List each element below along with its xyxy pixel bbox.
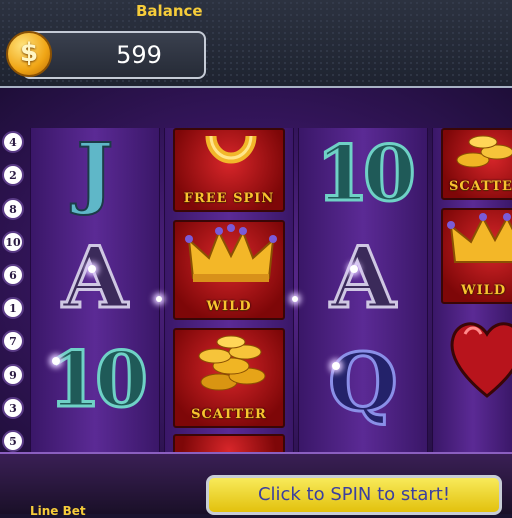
payline-marker[interactable]: 9	[2, 364, 24, 386]
reel-1: J A 10	[30, 128, 160, 454]
payline-marker[interactable]: 2	[2, 164, 24, 186]
symbol-wild: WILD	[173, 220, 285, 320]
horseshoe-icon	[205, 135, 257, 164]
coin-icon: $	[6, 31, 52, 77]
reel-3: 10 A Q	[298, 128, 428, 454]
symbol-j: J	[76, 128, 115, 218]
payline-marker[interactable]: 10	[2, 231, 24, 253]
payline-marker[interactable]: 5	[2, 430, 24, 452]
balance-label: Balance	[136, 2, 203, 20]
symbol-wild: WILD	[441, 208, 512, 304]
payline-marker[interactable]: 8	[2, 198, 24, 220]
payline-marker[interactable]: 6	[2, 264, 24, 286]
sparkle	[350, 265, 358, 273]
symbol-10: 10	[47, 335, 150, 424]
sparkle	[332, 362, 340, 370]
symbol-scatter: SCATTER	[173, 328, 285, 428]
symbol-a: A	[329, 228, 397, 327]
symbol-scatter: SCATTER	[441, 128, 512, 200]
sparkle	[292, 296, 298, 302]
reel-4: SCATTER WILD	[432, 128, 512, 454]
payline-marker[interactable]: 4	[2, 131, 24, 153]
crown-icon	[185, 224, 277, 282]
payline-marker[interactable]: 7	[2, 330, 24, 352]
balance-value: 599	[116, 41, 162, 69]
symbol-partial	[173, 434, 285, 454]
balance-bar: Balance 599 $	[0, 0, 512, 88]
symbol-10: 10	[315, 129, 418, 218]
payline-marker[interactable]: 1	[2, 297, 24, 319]
wild-label: WILD	[461, 283, 507, 298]
coins-icon	[198, 335, 266, 391]
free-spin-label: FREE SPIN	[183, 191, 275, 206]
coins-icon	[456, 135, 512, 168]
symbol-q: Q	[327, 335, 400, 429]
payline-marker[interactable]: 3	[2, 397, 24, 419]
spin-button[interactable]: Click to SPIN to start!	[206, 475, 502, 515]
line-bet-label: Line Bet	[30, 504, 86, 518]
symbol-a: A	[61, 228, 129, 327]
scatter-label: SCATTER	[449, 179, 512, 194]
sparkle	[88, 265, 96, 273]
reel-2: FREE SPIN WILD SCATTER	[164, 128, 294, 454]
wild-label: WILD	[206, 299, 252, 314]
sparkle	[156, 296, 162, 302]
scatter-label: SCATTER	[191, 407, 267, 422]
sparkle	[52, 357, 60, 365]
heart-icon	[450, 322, 512, 398]
crown-icon	[447, 213, 512, 263]
symbol-free-spin: FREE SPIN	[173, 128, 285, 212]
